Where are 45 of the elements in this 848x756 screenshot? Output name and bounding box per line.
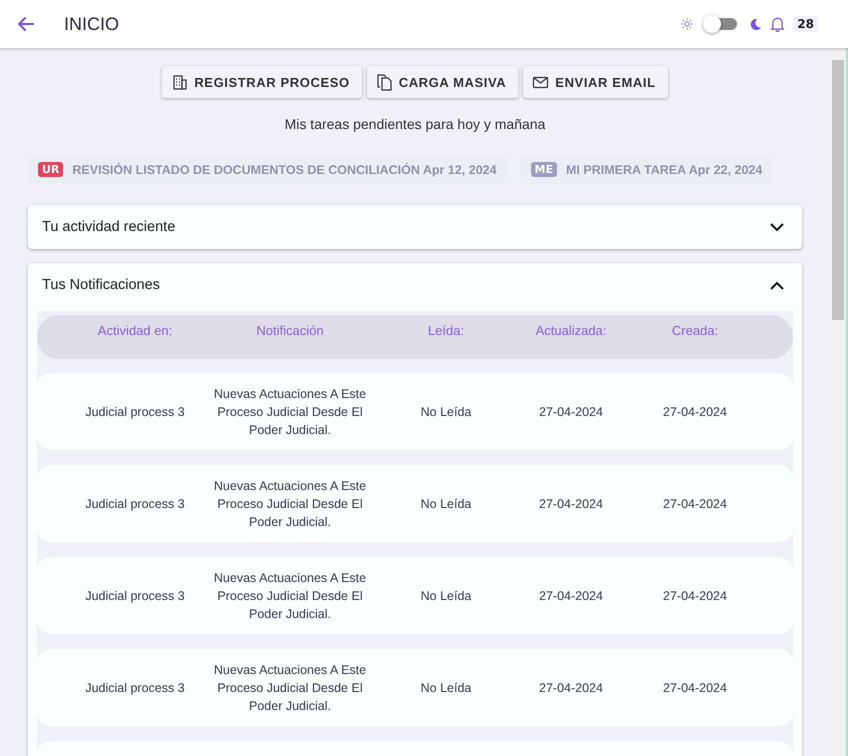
tasks-heading: Mis tareas pendientes para hoy y mañana [284,116,546,132]
back-arrow-icon[interactable] [16,14,36,34]
table-cell-text: No Leída [420,680,472,696]
action-button[interactable]: ENVIAR EMAIL [523,66,668,98]
table-cell-text: 27-04-2024 [662,404,728,420]
task-badge: ME [530,162,558,177]
action-button[interactable]: REGISTRAR PROCESO [162,66,362,98]
table-cell-text: 27-04-2024 [538,496,604,512]
notification-count: 28 [793,16,818,32]
table-cell-text: No Leída [420,588,472,604]
table-cell-text: Judicial process 3 [84,496,186,512]
theme-toggle[interactable] [705,18,738,30]
scrollbar[interactable] [830,48,846,756]
chevron-icon [770,222,784,232]
page-title: INICIO [64,14,120,34]
bell-icon[interactable] [770,16,786,32]
table-cell-text: 27-04-2024 [662,588,728,604]
table-cell-text: 27-04-2024 [662,496,728,512]
table-cell-text: Judicial process 3 [84,404,186,420]
table-cell-text: Nuevas Actuaciones A Este Proceso Judicial Desde El Poder Judicial. [212,570,368,622]
table-cell-text: Nuevas Actuaciones A Este Proceso Judicial Desde El Poder Judicial. [212,386,368,438]
table-cell-text: Judicial process 3 [84,588,186,604]
column-header: Actualizada: [534,322,608,340]
moon-icon [749,18,762,30]
table-cell-text: 27-04-2024 [538,588,604,604]
documents-icon [376,74,393,90]
action-button[interactable]: CARGA MASIVA [366,66,518,98]
table-cell-text: Nuevas Actuaciones A Este Proceso Judicial Desde El Poder Judicial. [212,478,368,530]
building-icon [171,74,188,90]
table-cell-text: No Leída [420,404,472,420]
accordion-header[interactable]: Tus Notificaciones [28,263,802,307]
accordion-header[interactable]: Tu actividad reciente [28,205,802,249]
table-cell-text: 27-04-2024 [662,680,728,696]
table-cell-text: No Leída [420,496,472,512]
column-header: Notificación [255,322,325,340]
table-cell-text: 27-04-2024 [538,680,604,696]
table-cell-text: Nuevas Actuaciones A Este Proceso Judicial Desde El Poder Judicial. [212,662,368,714]
table-cell-text: 27-04-2024 [538,404,604,420]
column-header: Actividad en: [96,322,174,340]
column-header: Leída: [426,322,466,340]
chevron-icon [770,280,784,290]
sun-icon [681,18,694,30]
task-badge: UR [38,162,64,177]
table-cell-text: Judicial process 3 [84,680,186,696]
column-header: Creada: [670,322,720,340]
